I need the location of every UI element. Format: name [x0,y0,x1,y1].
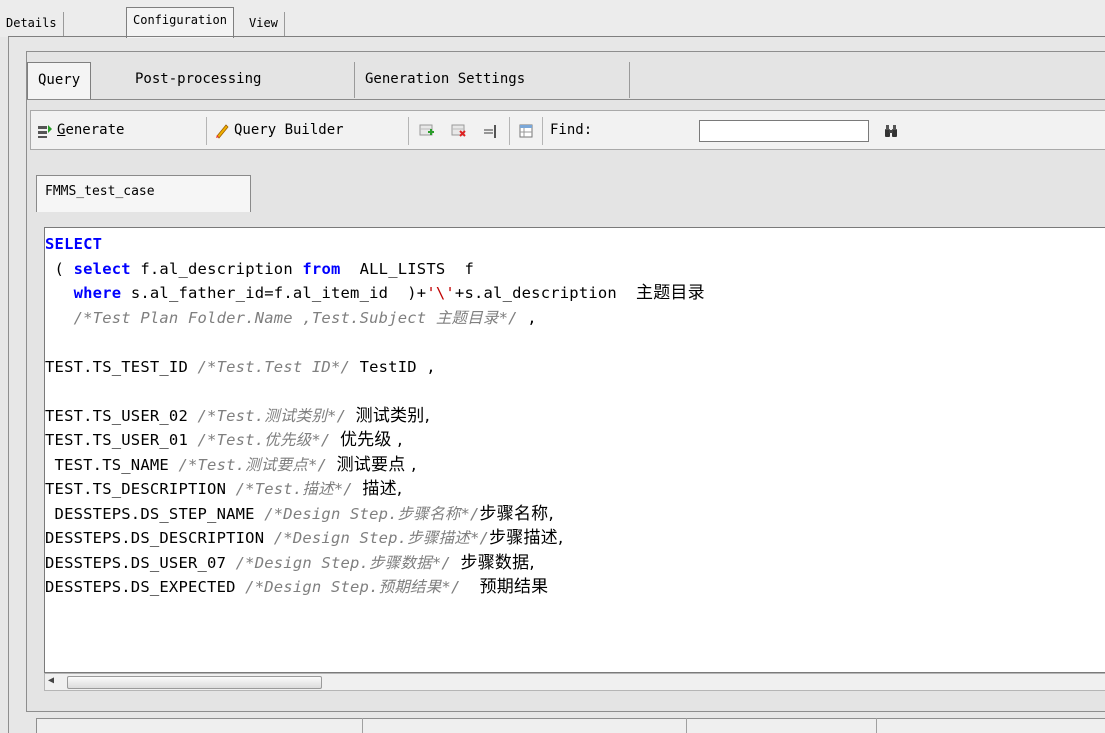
code-line: ( select f.al_description from ALL_LISTS… [45,259,474,278]
code-line: where s.al_father_id=f.al_item_id )+'\'+… [73,283,705,303]
query-toolbar: Generate Query Builder Find: [30,110,1105,150]
sql-code: SELECT ( select f.al_description from AL… [45,232,1105,600]
bottom-column-divider [876,718,877,733]
left-border [8,37,9,733]
insert-column-icon [483,122,499,138]
add-row-icon [419,122,435,138]
tab-query[interactable]: Query [27,62,92,100]
pencil-icon [214,122,230,139]
query-builder-button[interactable]: Query Builder [214,117,344,143]
code-line: TEST.TS_NAME /*Test.测试要点*/ 测试要点 , [45,454,417,475]
top-tab-divider [8,36,1105,37]
code-line: TEST.TS_TEST_ID /*Test.Test ID*/ TestID … [45,357,436,376]
scrollbar-thumb[interactable] [67,676,322,689]
tab-details[interactable]: Details [0,12,64,37]
query-builder-label: Query Builder [234,122,344,138]
code-line: DESSTEPS.DS_USER_07 /*Design Step.步骤数据*/… [45,552,535,573]
tab-view-label: View [249,16,278,30]
generate-label: Generate [57,122,125,138]
tab-post-processing[interactable]: Post-processing [125,62,355,98]
tab-configuration[interactable]: Configuration [126,7,234,38]
code-line: TEST.TS_USER_01 /*Test.优先级*/ 优先级 , [45,430,403,450]
toolbar-separator [542,117,543,145]
bottom-panel [36,718,1105,733]
code-line: SELECT [45,235,103,253]
toolbar-separator [509,117,510,145]
panel-bottom-divider [26,711,1105,712]
toolbar-separator [408,117,409,145]
query-tab-label: FMMS_test_case [45,184,155,199]
tab-query-label: Query [38,72,81,88]
add-row-button[interactable] [419,117,435,143]
scroll-left-arrow-icon[interactable]: ◀ [48,675,54,686]
code-line: DESSTEPS.DS_DESCRIPTION /*Design Step.步骤… [45,528,564,548]
delete-row-icon [451,122,467,138]
toolbar-separator [206,117,207,145]
find-button[interactable] [883,117,899,143]
sub-tab-bar: Query Post-processing Generation Setting… [27,62,1105,100]
configuration-panel: Query Post-processing Generation Setting… [26,51,1105,711]
insert-column-button[interactable] [483,117,499,143]
tab-generation-settings[interactable]: Generation Settings [355,62,630,98]
tab-post-processing-label: Post-processing [135,71,262,87]
tab-configuration-label: Configuration [133,13,227,27]
horizontal-scrollbar[interactable]: ◀ [44,673,1105,691]
code-line: TEST.TS_DESCRIPTION /*Test.描述*/ 描述, [45,479,403,499]
sql-editor[interactable]: SELECT ( select f.al_description from AL… [44,227,1105,673]
code-line: DESSTEPS.DS_EXPECTED /*Design Step.预期结果*… [45,577,549,597]
table-icon [518,122,534,138]
find-input[interactable] [699,120,869,142]
table-button[interactable] [518,117,534,143]
generate-icon [37,122,53,138]
query-editor-area: FMMS_test_case SELECT ( select f.al_desc… [30,164,1105,700]
generate-button[interactable]: Generate [37,117,124,143]
bottom-column-divider [362,718,363,733]
find-label-text: Find: [550,122,593,138]
tab-details-label: Details [6,16,57,30]
delete-row-button[interactable] [451,117,467,143]
tab-view[interactable]: View [243,12,285,37]
tab-generation-settings-label: Generation Settings [365,71,526,87]
query-tab-fmms-test-case[interactable]: FMMS_test_case [36,175,251,212]
code-line: DESSTEPS.DS_STEP_NAME /*Design Step.步骤名称… [45,503,554,524]
sub-tab-divider [27,99,1105,100]
bottom-column-divider [686,718,687,733]
code-line: TEST.TS_USER_02 /*Test.测试类别*/ 测试类别, [45,405,431,426]
top-tab-bar: Details Configuration View [0,0,1105,38]
code-line: /*Test Plan Folder.Name ,Test.Subject 主题… [73,308,537,327]
find-label: Find: [550,117,592,143]
binoculars-icon [883,122,899,138]
